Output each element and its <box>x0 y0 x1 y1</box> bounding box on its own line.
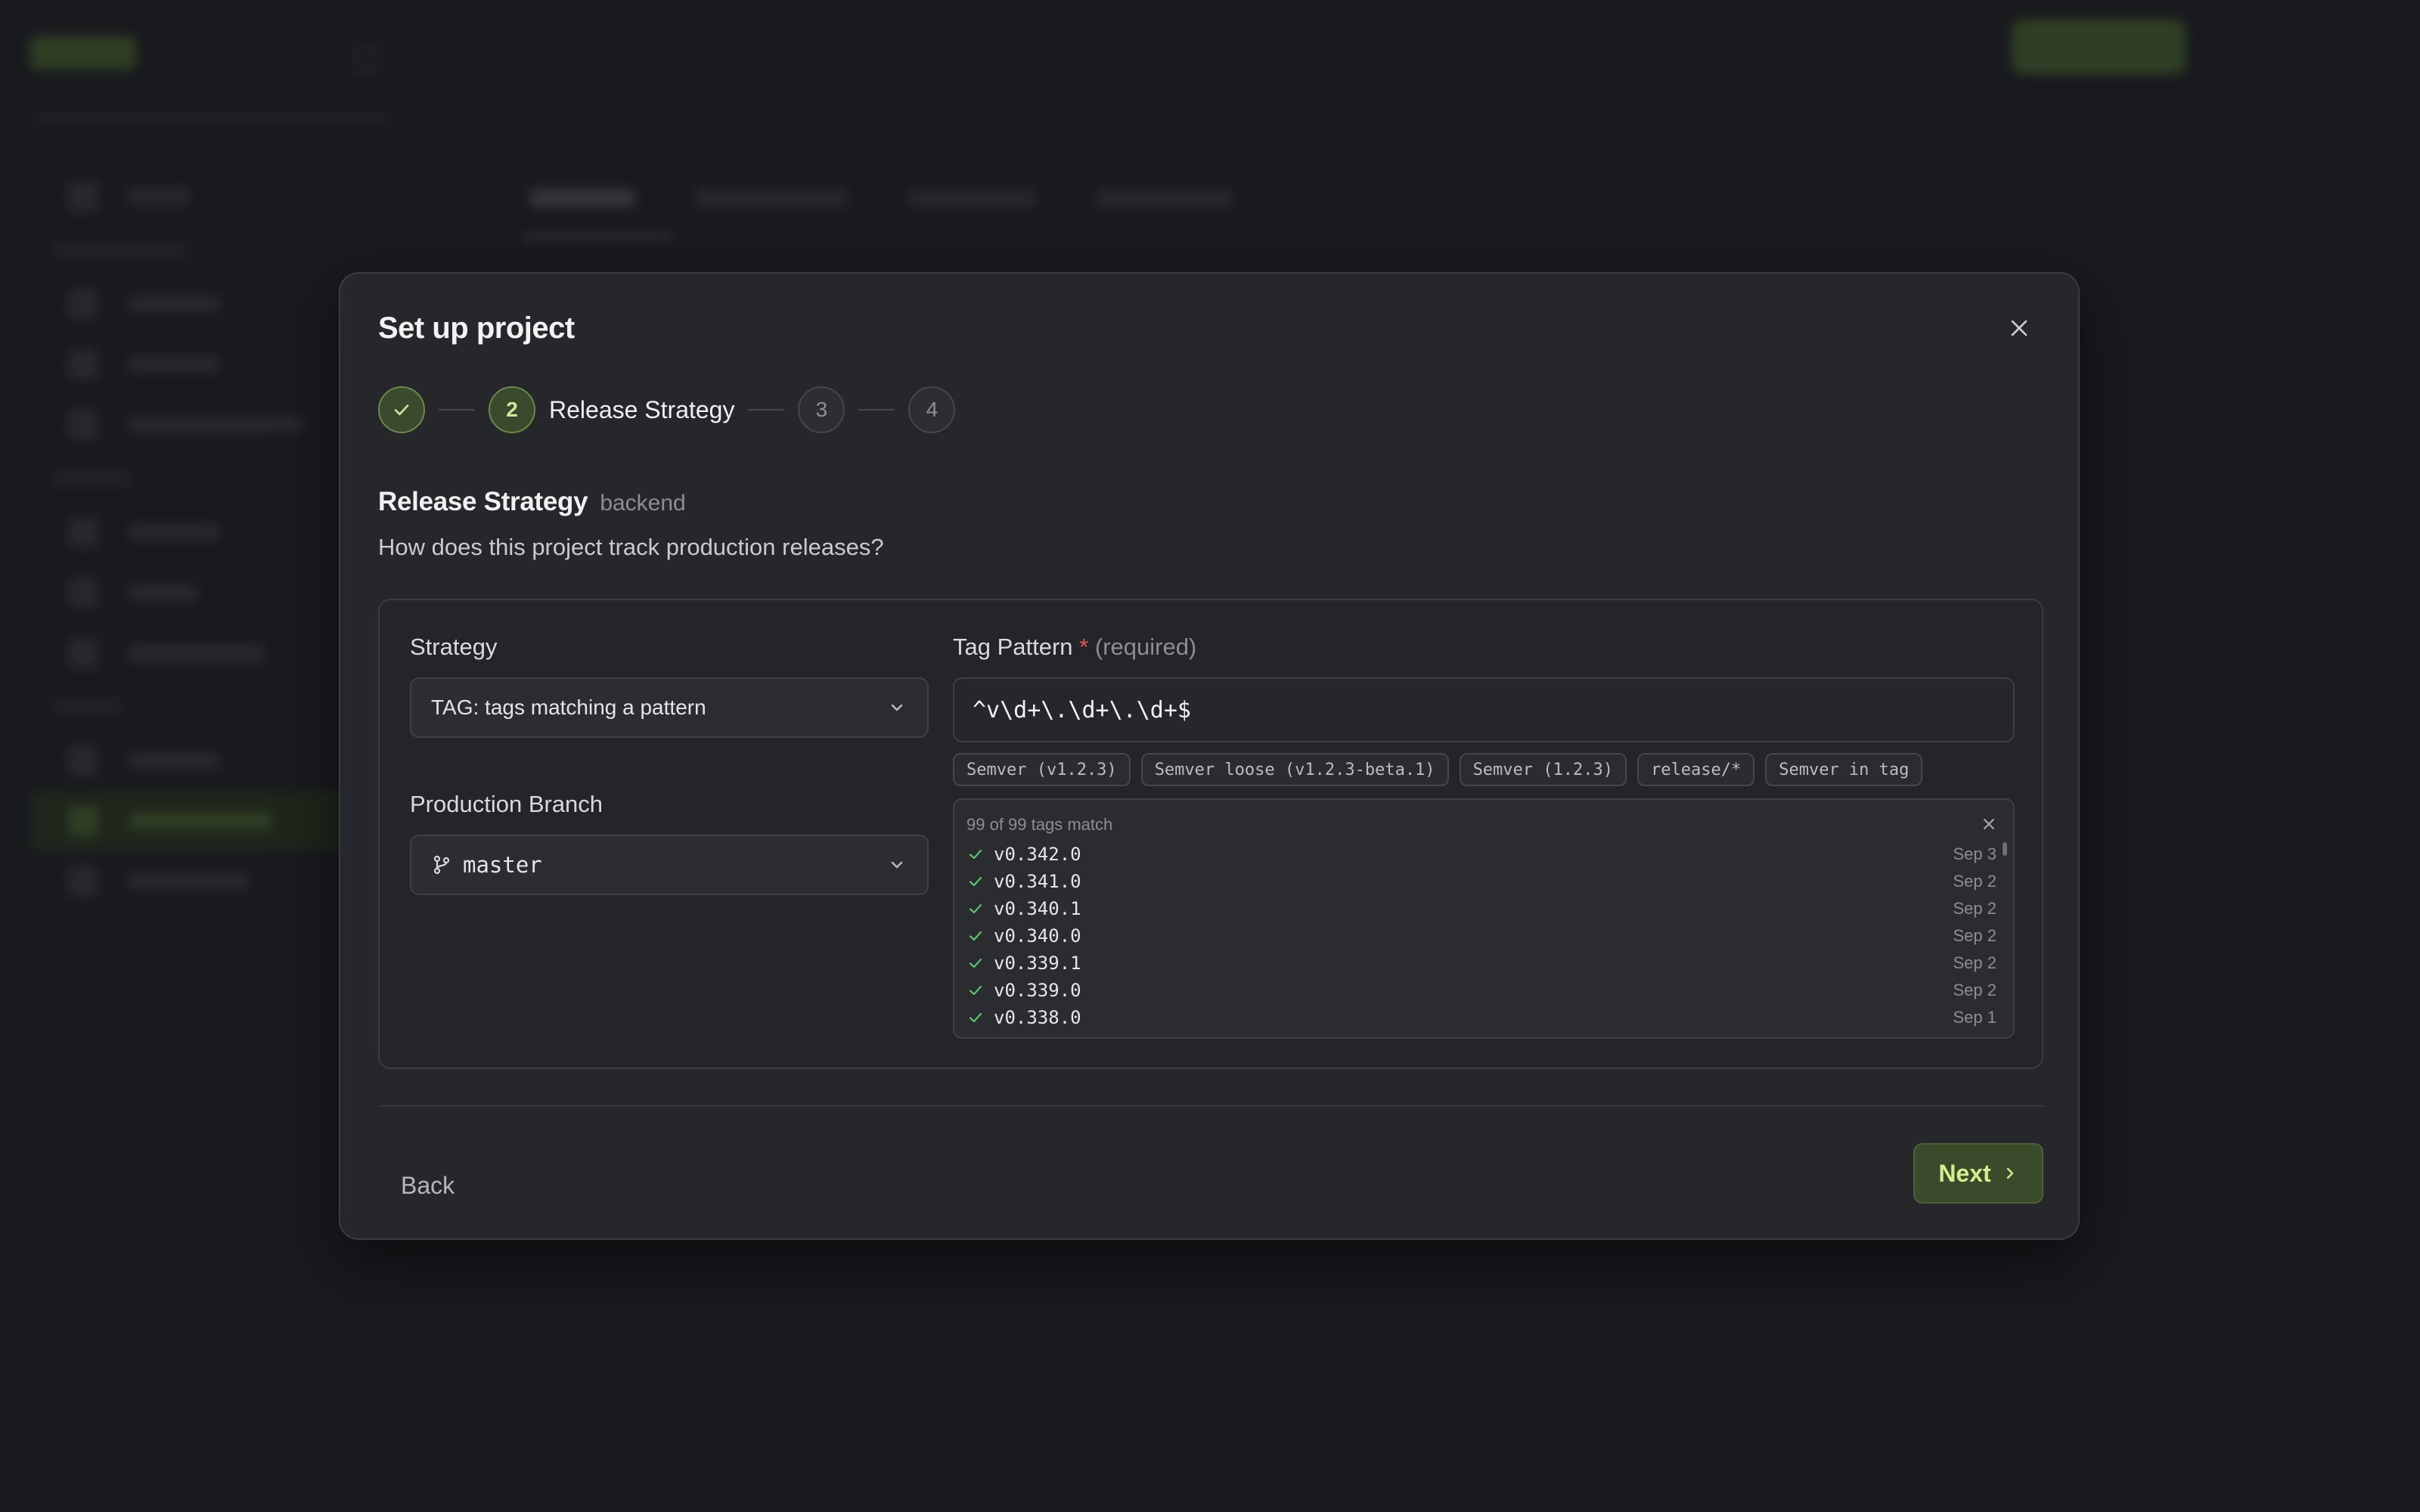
tag-date: Sep 2 <box>1953 872 1997 891</box>
tag-name: v0.339.0 <box>994 980 1081 1001</box>
section-title: Release Strategy <box>378 487 588 516</box>
project-name: backend <box>600 491 686 516</box>
check-icon <box>969 849 982 860</box>
check-icon <box>969 985 982 996</box>
step-connector <box>858 409 895 411</box>
tag-match-row: v0.341.0 Sep 2 <box>966 868 1996 895</box>
section-description: How does this project track production r… <box>378 534 884 560</box>
step-3: 3 <box>798 386 845 433</box>
tag-date: Sep 1 <box>1953 1008 1997 1027</box>
step-2-label: Release Strategy <box>549 395 735 423</box>
tag-match-row: v0.340.0 Sep 2 <box>966 922 1996 950</box>
tag-match-row: v0.342.0 Sep 3 <box>966 841 1996 868</box>
tag-matches-panel: 99 of 99 tags match v0.342.0 Sep 3 v0.341.… <box>953 798 2015 1039</box>
check-icon <box>969 958 982 968</box>
close-button[interactable] <box>2001 310 2037 346</box>
next-button[interactable]: Next <box>1913 1143 2043 1204</box>
tag-name: v0.340.1 <box>994 898 1081 919</box>
production-branch-select[interactable]: master <box>410 835 929 895</box>
tag-match-row: v0.339.0 Sep 2 <box>966 977 1996 1004</box>
close-icon <box>1984 819 1994 829</box>
matches-list: v0.342.0 Sep 3 v0.341.0 Sep 2 v0.340.1 Sep 2v… <box>966 841 1996 1031</box>
pattern-presets: Semver (v1.2.3) Semver loose (v1.2.3-bet… <box>953 753 1923 786</box>
tag-pattern-label: Tag Pattern * (required) <box>953 634 1196 661</box>
tag-name: v0.341.0 <box>994 871 1081 892</box>
check-icon <box>969 1012 982 1023</box>
tag-match-row: v0.339.1 Sep 2 <box>966 950 1996 977</box>
tag-pattern-input[interactable]: ^v\d+\.\d+\.\d+$ <box>953 677 2015 742</box>
required-star: * <box>1079 634 1089 660</box>
check-icon <box>394 404 409 416</box>
preset-chip[interactable]: Semver in tag <box>1765 753 1923 786</box>
preset-chip[interactable]: Semver loose (v1.2.3-beta.1) <box>1140 753 1449 786</box>
check-icon <box>969 903 982 914</box>
check-icon <box>969 931 982 941</box>
tag-match-row: v0.340.1 Sep 2 <box>966 895 1996 922</box>
tag-date: Sep 3 <box>1953 844 1997 863</box>
matches-summary: 99 of 99 tags match <box>966 815 1113 834</box>
tag-name: v0.338.0 <box>994 1007 1081 1028</box>
step-2-current: 2 <box>489 386 535 433</box>
step-connector <box>748 409 785 411</box>
tag-date: Sep 2 <box>1953 899 1997 918</box>
matches-scrollbar[interactable] <box>2003 842 2007 856</box>
next-button-label: Next <box>1938 1159 1991 1187</box>
preset-chip[interactable]: Semver (1.2.3) <box>1459 753 1627 786</box>
release-strategy-card: Strategy TAG: tags matching a pattern Pr… <box>378 599 2043 1069</box>
stepper: 2 Release Strategy 3 4 <box>378 384 956 435</box>
strategy-label: Strategy <box>410 634 498 660</box>
back-button[interactable]: Back <box>401 1172 455 1200</box>
chevron-down-icon <box>891 704 903 711</box>
preset-chip[interactable]: release/* <box>1637 753 1755 786</box>
preset-chip[interactable]: Semver (v1.2.3) <box>953 753 1131 786</box>
tag-name: v0.339.1 <box>994 953 1081 974</box>
chevron-right-icon <box>2006 1167 2013 1179</box>
tag-date: Sep 2 <box>1953 926 1997 945</box>
tag-date: Sep 2 <box>1953 981 1997 999</box>
tag-match-row: v0.338.0 Sep 1 <box>966 1004 1996 1031</box>
production-branch-label: Production Branch <box>410 791 603 817</box>
close-icon <box>2011 320 2028 336</box>
step-4: 4 <box>908 386 956 433</box>
chevron-down-icon <box>891 861 903 869</box>
strategy-select[interactable]: TAG: tags matching a pattern <box>410 677 929 738</box>
check-icon <box>969 876 982 887</box>
step-1-completed[interactable] <box>378 386 425 433</box>
matches-close-button[interactable] <box>1978 813 2000 835</box>
section-header: Release Strategy backend <box>378 487 686 517</box>
modal-title: Set up project <box>378 311 575 345</box>
step-connector <box>439 409 475 411</box>
footer-divider <box>378 1105 2043 1107</box>
setup-project-modal: Set up project 2 Release Strategy 3 4 Re… <box>339 272 2080 1240</box>
git-branch-icon <box>433 855 450 875</box>
tag-pattern-label-text: Tag Pattern <box>953 634 1073 660</box>
strategy-selected-value: TAG: tags matching a pattern <box>431 696 706 719</box>
required-note: (required) <box>1094 634 1197 660</box>
tag-name: v0.340.0 <box>994 925 1081 947</box>
tag-date: Sep 2 <box>1953 953 1997 972</box>
tag-name: v0.342.0 <box>994 844 1081 865</box>
production-branch-value: master <box>463 852 542 878</box>
